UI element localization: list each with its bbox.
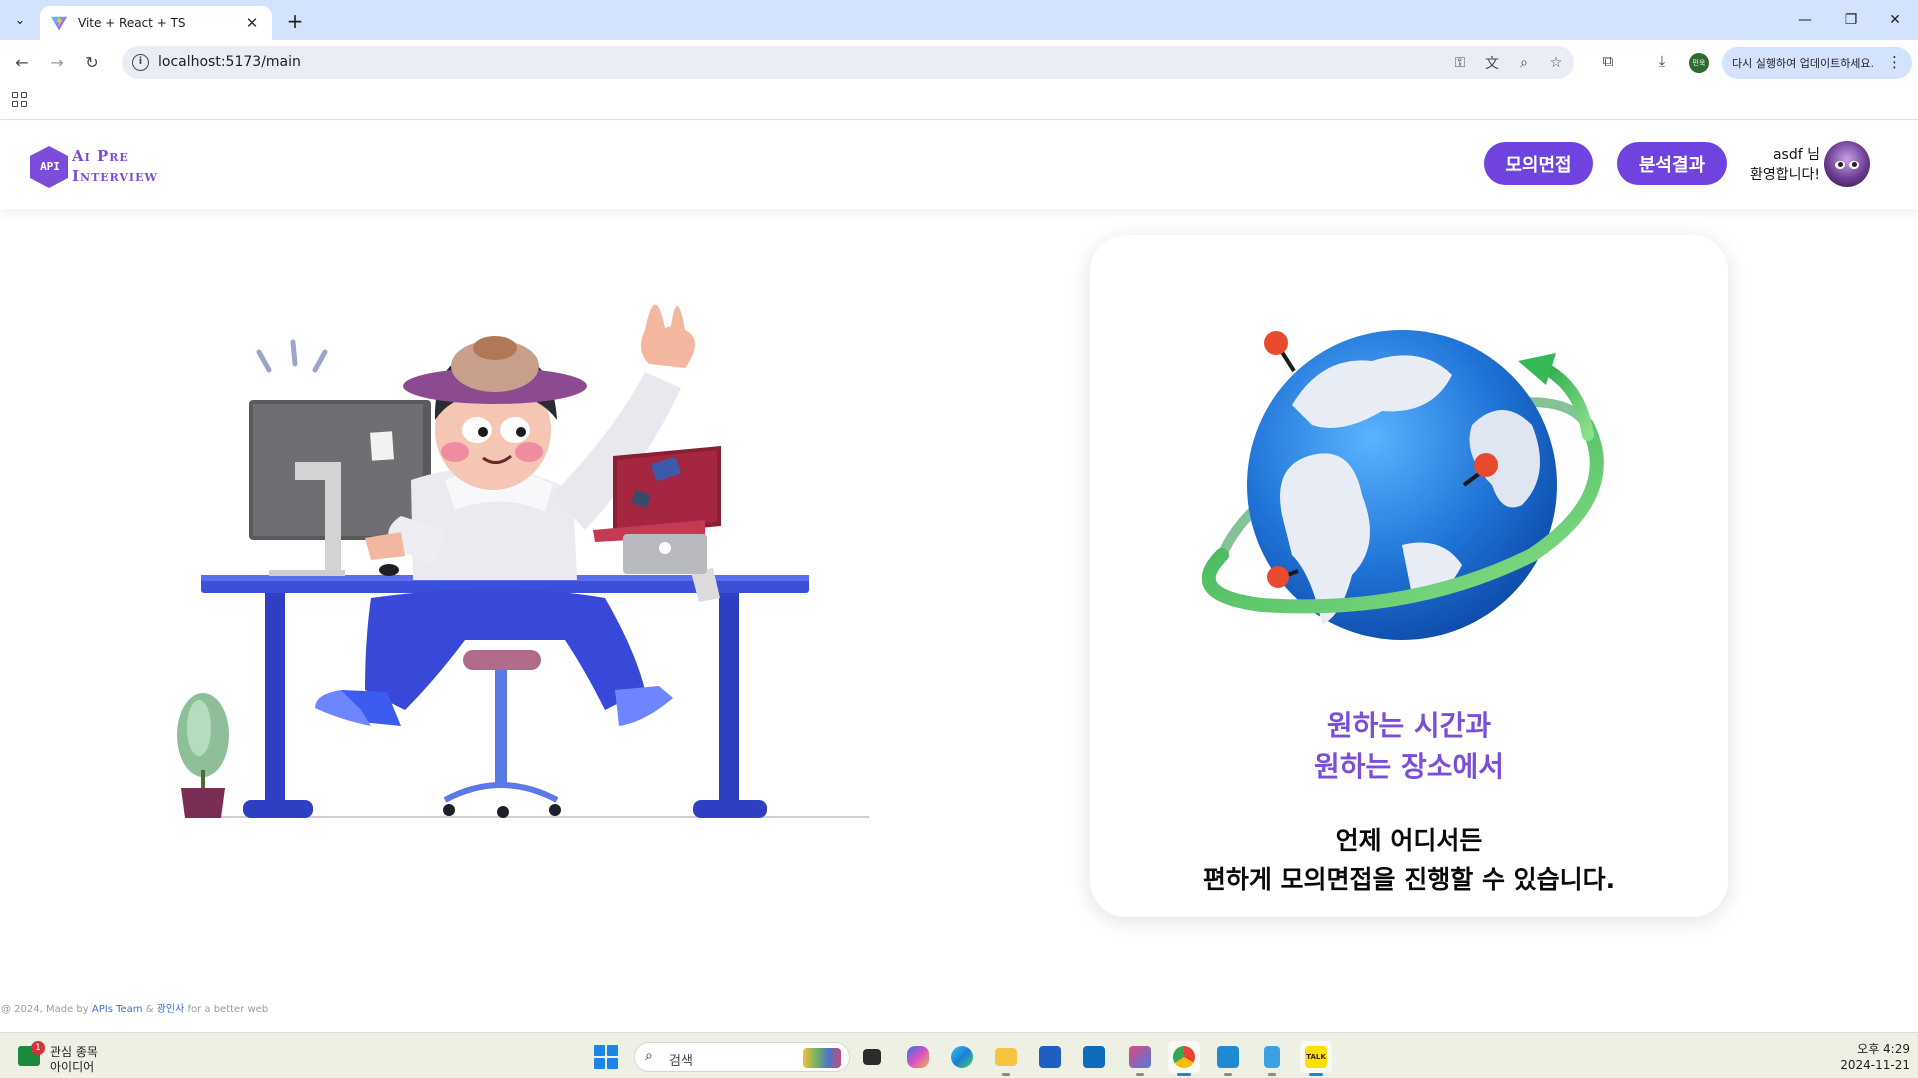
store-icon[interactable] (1034, 1041, 1066, 1073)
widget-subtitle: 아이디어 (50, 1060, 95, 1074)
apps-grid-icon[interactable] (12, 92, 28, 108)
mock-interview-button[interactable]: 모의면접 (1484, 142, 1593, 185)
task-view-icon[interactable] (856, 1041, 888, 1073)
bookmarks-bar (0, 84, 1918, 120)
welcome-text: 환영합니다! (1749, 167, 1820, 183)
close-icon[interactable]: ✕ (242, 14, 262, 32)
kakaotalk-icon[interactable]: TALK (1300, 1041, 1332, 1076)
body-line-2: 편하게 모의면접을 진행할 수 있습니다. (1202, 865, 1616, 894)
body-line-1: 언제 어디서든 (1335, 826, 1483, 855)
taskbar-search[interactable]: ⌕ 검색 (634, 1042, 850, 1072)
restore-icon[interactable]: ❐ (1828, 0, 1874, 40)
edge-icon[interactable] (946, 1041, 978, 1073)
site-header: API Ai Pre Interview 모의면접 분석결과 asdf 님 환영… (0, 121, 1918, 209)
clock-date: 2024-11-21 (1840, 1058, 1910, 1072)
partner-link[interactable]: 광인사 (157, 1004, 185, 1015)
team-link[interactable]: APIs Team (92, 1004, 143, 1015)
site-info-icon[interactable]: i (132, 54, 149, 71)
url-text[interactable]: localhost:5173/main (158, 54, 301, 70)
logo-line-1: Ai Pre (72, 147, 129, 165)
card-body: 언제 어디서든 편하게 모의면접을 진행할 수 있습니다. (1090, 821, 1728, 899)
tab-title: Vite + React + TS (78, 16, 186, 30)
search-icon: ⌕ (645, 1048, 653, 1064)
stocks-widget[interactable]: 1 관심 종목 아이디어 (18, 1040, 138, 1074)
password-key-icon[interactable]: ⚿ (1450, 53, 1470, 73)
footer-suffix: for a better web (184, 1004, 269, 1015)
minimize-icon[interactable]: — (1782, 0, 1828, 40)
clock-time: 오후 4:29 (1857, 1042, 1910, 1056)
logo-line-2: Interview (72, 167, 158, 185)
window-close-icon[interactable]: ✕ (1872, 0, 1918, 40)
address-bar[interactable]: i localhost:5173/main ⚿ 文 ⌕ ☆ (122, 46, 1574, 79)
system-clock[interactable]: 오후 4:29 2024-11-21 (1820, 1041, 1910, 1073)
update-button[interactable]: 다시 실행하여 업데이트하세요. ⋮ (1722, 47, 1912, 79)
snipping-tool-icon[interactable] (1124, 1041, 1156, 1076)
footer-amp: & (142, 1004, 157, 1015)
windows-start-icon[interactable] (594, 1045, 618, 1069)
outlook-icon[interactable] (1078, 1041, 1110, 1073)
update-label: 다시 실행하여 업데이트하세요. (1732, 57, 1875, 70)
chrome-icon[interactable] (1168, 1041, 1200, 1076)
more-icon[interactable]: ⋮ (1887, 53, 1902, 71)
analysis-results-button[interactable]: 분석결과 (1617, 142, 1727, 185)
zoom-icon[interactable]: ⌕ (1514, 53, 1534, 73)
vite-favicon (50, 14, 68, 31)
user-greeting: asdf 님 환영합니다! (1740, 145, 1820, 185)
user-name: asdf 님 (1772, 147, 1820, 163)
copilot-icon[interactable] (902, 1041, 934, 1073)
browser-toolbar: ← → ↻ i localhost:5173/main ⚿ 文 ⌕ ☆ (0, 40, 1918, 84)
browser-tab[interactable]: Vite + React + TS ✕ (40, 6, 272, 40)
user-avatar[interactable] (1824, 141, 1870, 187)
forward-icon[interactable]: → (45, 50, 69, 74)
plus-icon[interactable]: + (282, 8, 308, 34)
search-placeholder: 검색 (669, 1054, 693, 1069)
tab-search-icon[interactable]: ⌄ (6, 8, 34, 32)
profile-avatar[interactable]: 민욱 (1689, 53, 1709, 73)
extensions-icon[interactable]: ⧉ (1597, 50, 1619, 72)
notepad-icon[interactable] (1256, 1041, 1288, 1076)
search-highlight-icon (803, 1048, 841, 1068)
card-headline: 원하는 시간과 원하는 장소에서 (1090, 705, 1728, 787)
headline-line-1: 원하는 시간과 (1326, 709, 1492, 742)
globe-illustration (1202, 330, 1604, 640)
star-icon[interactable]: ☆ (1546, 53, 1566, 73)
reload-icon[interactable]: ↻ (80, 50, 104, 74)
feature-card: 원하는 시간과 원하는 장소에서 언제 어디서든 편하게 모의면접을 진행할 수… (1090, 235, 1728, 917)
download-icon[interactable]: ⤓ (1651, 50, 1673, 72)
notification-badge: 1 (31, 1041, 45, 1055)
file-explorer-icon[interactable] (990, 1041, 1022, 1076)
footer-prefix: @ 2024, Made by (1, 1004, 92, 1015)
person-at-desk-illustration (177, 304, 869, 818)
vscode-icon[interactable] (1212, 1041, 1244, 1076)
headline-line-2: 원하는 장소에서 (1313, 750, 1505, 783)
logo-badge-text: API (40, 160, 60, 173)
windows-taskbar: 1 관심 종목 아이디어 ⌕ 검색 TALK 오후 4:29 2024-11-2… (0, 1032, 1918, 1078)
back-icon[interactable]: ← (10, 50, 34, 74)
browser-tabstrip: ⌄ Vite + React + TS ✕ + — ❐ ✕ (0, 0, 1918, 40)
site-logo[interactable]: API Ai Pre Interview (28, 143, 178, 191)
translate-icon[interactable]: 文 (1482, 53, 1502, 73)
footer-credit: @ 2024, Made by APIs Team & 광인사 for a be… (1, 1000, 268, 1015)
